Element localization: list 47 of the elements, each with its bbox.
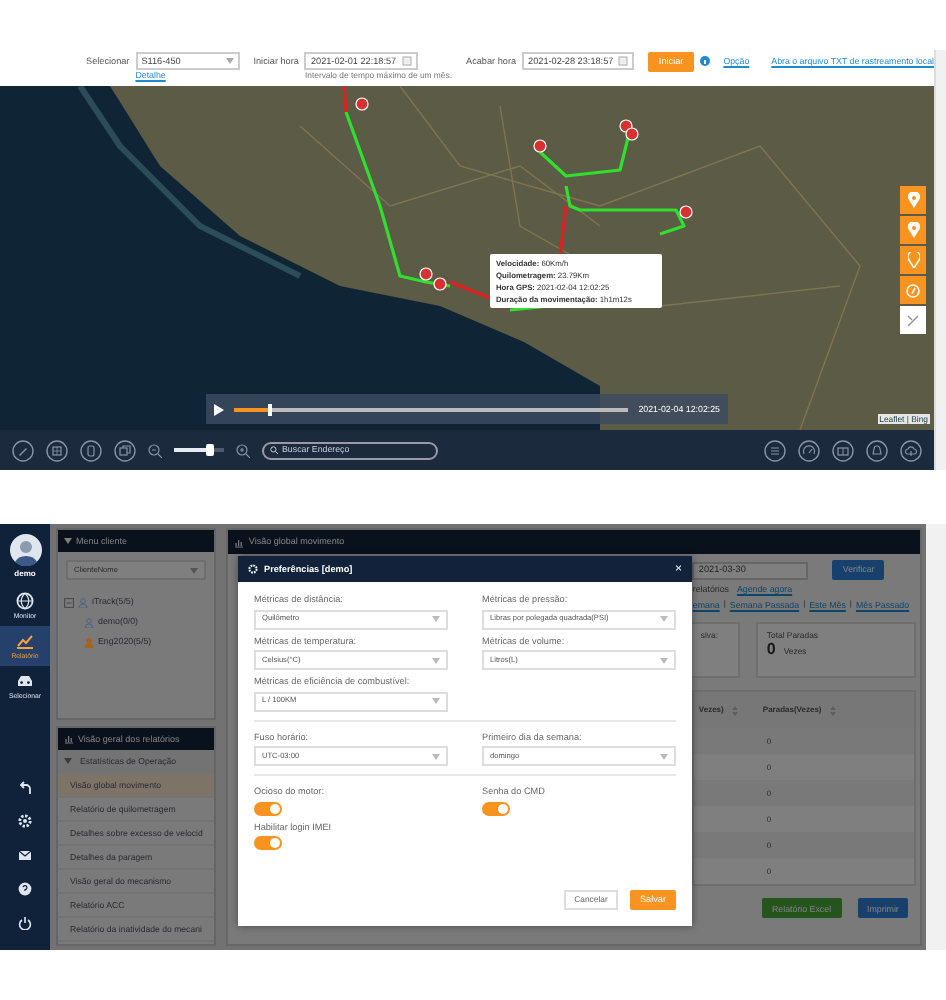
mail-icon[interactable] [18,848,32,862]
zoom-handle[interactable] [205,444,213,456]
avatar-icon [9,534,41,566]
caret-icon [432,616,440,622]
help-icon[interactable] [18,882,32,896]
search-icon [270,446,278,454]
toggle-switch[interactable] [254,801,282,815]
power-icon[interactable] [18,916,32,930]
zoom-in-icon[interactable] [236,443,250,457]
play-icon[interactable] [214,403,224,415]
chart-icon [16,631,34,650]
help-icon [699,56,710,66]
playback-handle[interactable] [267,403,272,415]
settings-icon [248,564,258,574]
stat-value: 0 [766,640,776,661]
caret-icon [660,616,668,622]
cloud-upload-icon[interactable] [900,439,922,461]
globe-icon [16,591,34,610]
compass-icon [906,283,920,297]
caret-icon [432,698,440,704]
chart-icon [234,537,245,547]
zoom-out-icon[interactable] [148,443,162,457]
caret-icon [660,753,668,759]
chart-icon [64,734,74,744]
caret-icon [64,538,72,544]
toggle-switch[interactable] [254,836,282,850]
caret-icon [432,657,440,663]
caret-icon [660,657,668,663]
caret-icon [432,753,440,759]
list-icon[interactable] [764,439,786,461]
caret-icon [190,567,199,573]
toggle-switch[interactable] [482,801,510,815]
scrollbar[interactable] [926,524,946,950]
table-icon[interactable] [832,439,854,461]
caret-icon [225,58,234,64]
scrollbar[interactable] [934,50,946,470]
settings-icon[interactable] [18,814,32,828]
calendar-icon [618,56,629,66]
bell-icon[interactable] [866,439,888,461]
calendar-icon [402,56,413,66]
copy-icon[interactable] [114,439,136,461]
edit-icon[interactable] [12,439,34,461]
layers-icon[interactable] [80,439,102,461]
back-icon[interactable] [18,780,32,794]
car-icon [16,671,34,690]
gauge-icon[interactable] [798,439,820,461]
grid-icon[interactable] [46,439,68,461]
